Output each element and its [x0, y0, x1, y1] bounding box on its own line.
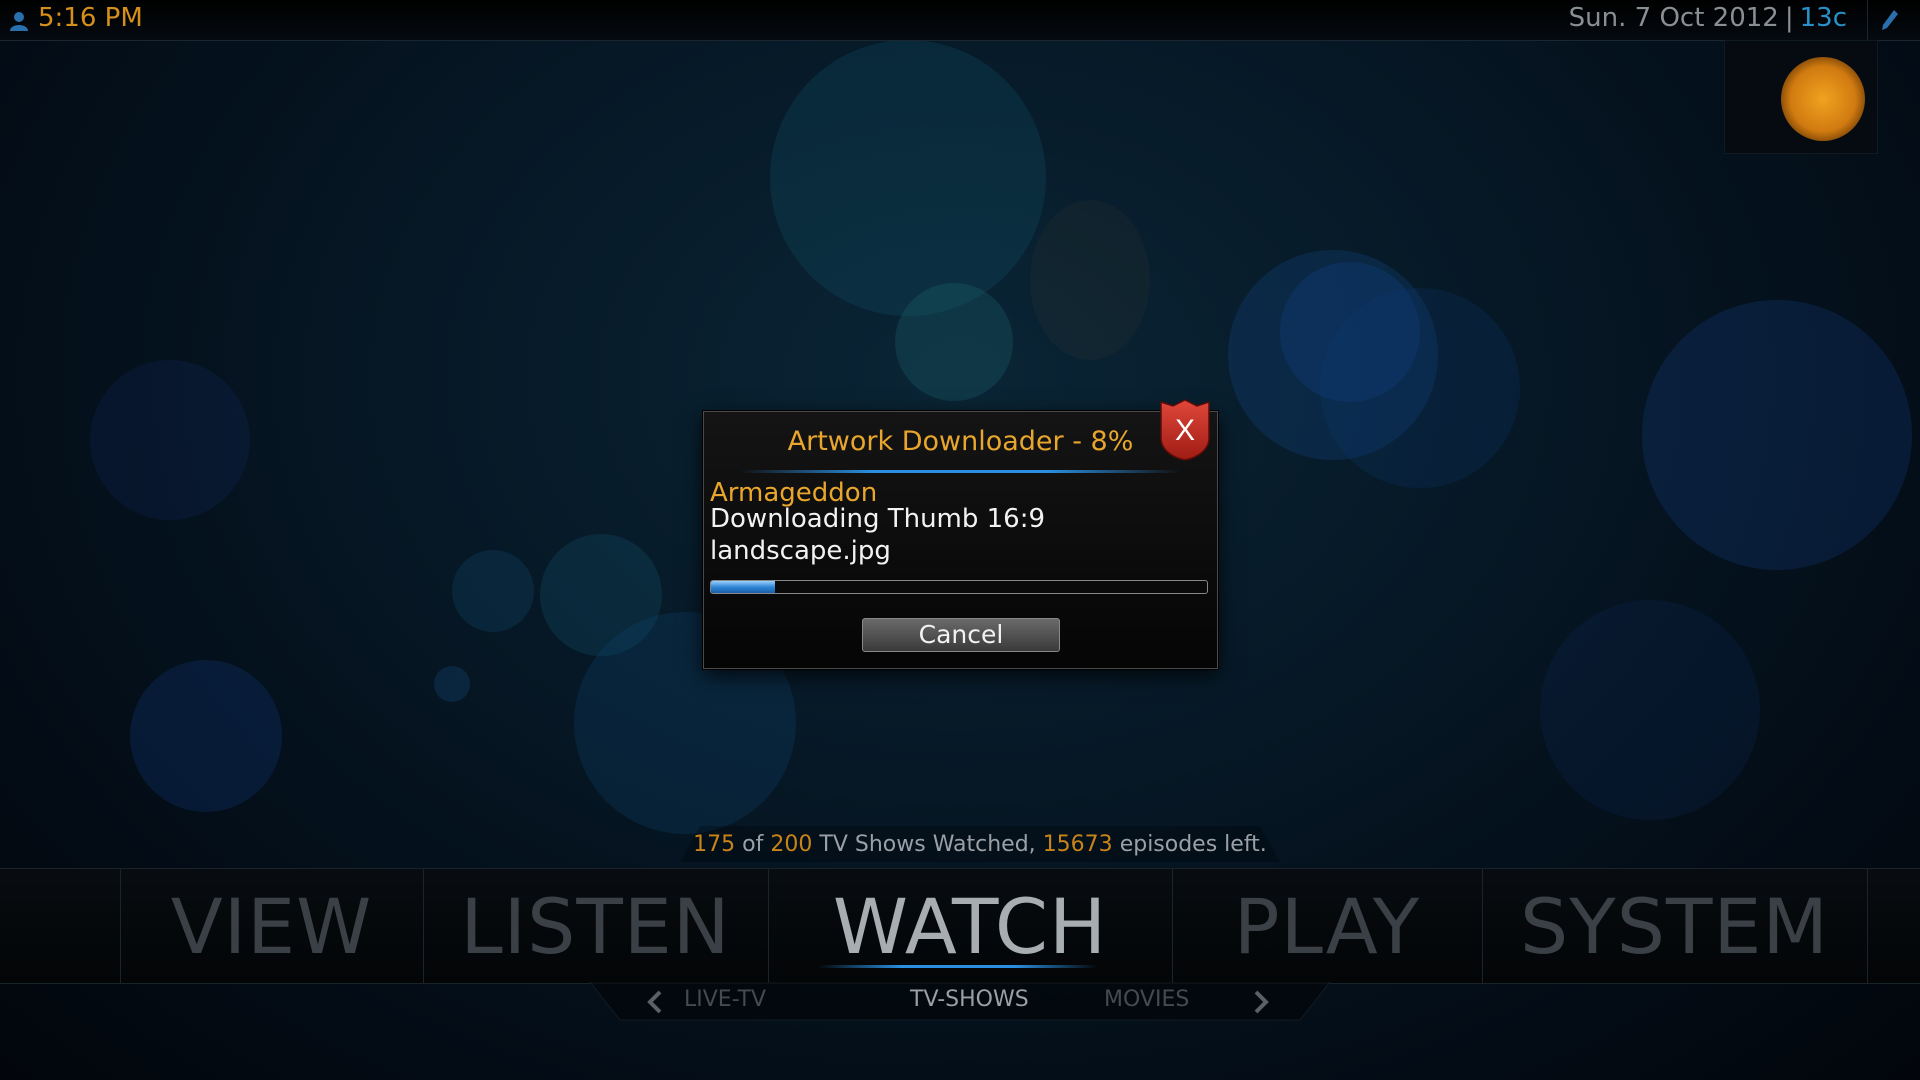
bokeh-bubble: [90, 360, 250, 520]
bokeh-bubble: [1030, 200, 1150, 360]
weather-widget: [1724, 40, 1878, 154]
pencil-icon: [1882, 10, 1898, 30]
bokeh-bubble: [130, 660, 282, 812]
dialog-title: Artwork Downloader - 8%: [787, 426, 1134, 457]
close-button[interactable]: X: [1159, 398, 1211, 462]
chevron-right-icon[interactable]: [1250, 990, 1272, 1014]
menu-item-view[interactable]: VIEW: [120, 869, 423, 983]
bokeh-bubble: [1540, 600, 1760, 820]
stats-text: 175 of 200 TV Shows Watched, 15673 episo…: [680, 832, 1280, 857]
episodes-count: 15673: [1042, 832, 1113, 857]
menu-item-listen[interactable]: LISTEN: [423, 869, 768, 983]
stats-middle: TV Shows Watched,: [819, 832, 1036, 857]
bokeh-bubble: [770, 40, 1046, 316]
submenu-item-tv-shows[interactable]: TV-SHOWS: [910, 987, 1029, 1012]
main-menu: VIEW LISTEN WATCH PLAY SYSTEM: [0, 868, 1920, 984]
close-icon: X: [1160, 399, 1210, 461]
bokeh-bubble: [434, 666, 470, 702]
user-icon: [10, 12, 28, 31]
sun-weather-icon: [1781, 57, 1865, 141]
bokeh-bubble: [1320, 288, 1520, 488]
submenu-item-live-tv[interactable]: LIVE-TV: [684, 987, 766, 1012]
clock: 5:16 PM: [38, 3, 143, 33]
progress-fill: [711, 581, 776, 593]
progress-bar: [710, 580, 1208, 594]
cancel-button[interactable]: Cancel: [862, 618, 1060, 652]
bokeh-bubble: [452, 550, 534, 632]
close-label: X: [1175, 414, 1195, 447]
watched-count: 175: [693, 832, 736, 857]
stats-end: episodes left.: [1119, 832, 1267, 857]
menu-divider: [1867, 869, 1868, 983]
library-stats: 175 of 200 TV Shows Watched, 15673 episo…: [680, 826, 1280, 866]
submenu-item-movies[interactable]: MOVIES: [1104, 987, 1189, 1012]
menu-item-play[interactable]: PLAY: [1172, 869, 1482, 983]
date-text: Sun. 7 Oct 2012: [1568, 3, 1779, 33]
top-bar: 5:16 PM Sun. 7 Oct 2012 | 13c: [0, 0, 1920, 41]
date-weather: Sun. 7 Oct 2012 | 13c: [1569, 3, 1847, 33]
artwork-downloader-dialog: Artwork Downloader - 8% X Armageddon Dow…: [703, 399, 1218, 669]
filename-text: landscape.jpg: [710, 536, 891, 566]
title-divider: [740, 470, 1180, 473]
active-indicator: [818, 965, 1098, 968]
bokeh-bubble: [1642, 300, 1912, 570]
stats-of: of: [742, 832, 764, 857]
status-text: Downloading Thumb 16:9: [710, 504, 1046, 534]
chevron-left-icon[interactable]: [644, 990, 666, 1014]
bokeh-bubble: [895, 283, 1013, 401]
submenu: LIVE-TV TV-SHOWS MOVIES: [590, 982, 1330, 1022]
menu-item-system[interactable]: SYSTEM: [1482, 869, 1867, 983]
edit-button[interactable]: [1867, 0, 1912, 40]
temperature: 13c: [1799, 3, 1847, 33]
total-count: 200: [770, 832, 813, 857]
separator: |: [1784, 3, 1794, 33]
